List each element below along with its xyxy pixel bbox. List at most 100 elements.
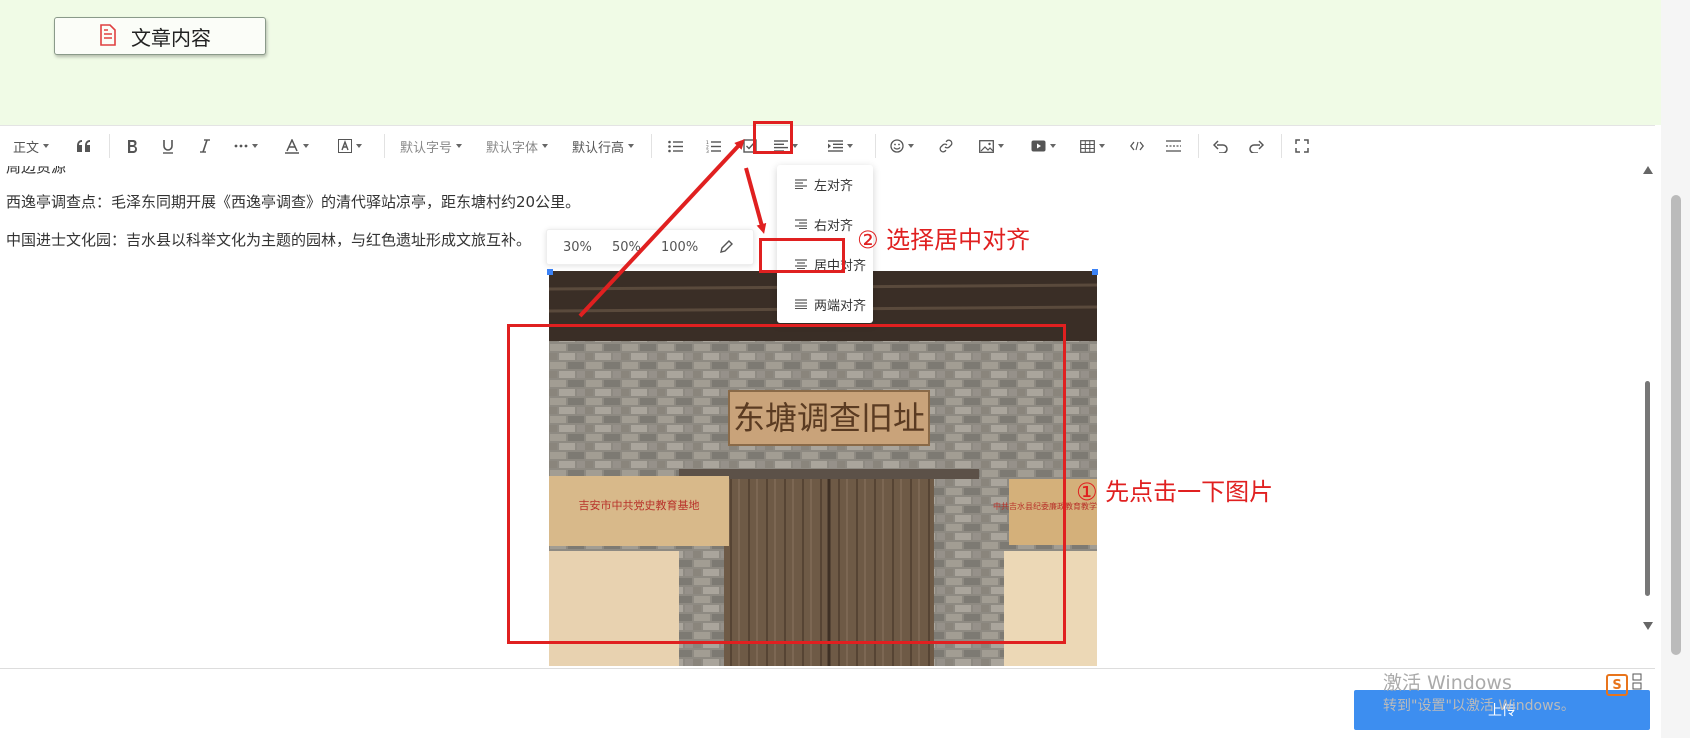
- font-size-select[interactable]: 默认字号: [398, 126, 464, 166]
- align-left-option[interactable]: 左对齐: [777, 165, 873, 203]
- font-family-select[interactable]: 默认字体: [484, 126, 550, 166]
- separator: [1281, 134, 1282, 158]
- tab-label: 文章内容: [131, 25, 211, 50]
- chevron-down-icon: [43, 144, 49, 148]
- video-icon: [1031, 140, 1045, 152]
- chevron-down-icon: [1049, 144, 1056, 148]
- bold-button[interactable]: [122, 126, 142, 166]
- code-button[interactable]: [1127, 126, 1147, 166]
- font-family-label: 默认字体: [485, 140, 538, 156]
- image-icon: [978, 139, 994, 153]
- editor-scrollbar[interactable]: [1640, 166, 1655, 668]
- bullet-list-icon: [667, 140, 683, 152]
- highlight-image: [507, 324, 1066, 644]
- separator: [384, 134, 385, 158]
- fullscreen-button[interactable]: [1292, 126, 1312, 166]
- separator: [1198, 134, 1199, 158]
- italic-button[interactable]: [195, 126, 215, 166]
- page-scroll-thumb[interactable]: [1671, 195, 1681, 655]
- emoji-icon: [890, 139, 904, 153]
- underline-button[interactable]: [158, 126, 178, 166]
- svg-text:3: 3: [706, 149, 709, 153]
- paragraph-format-select[interactable]: 正文: [10, 126, 52, 166]
- code-icon: [1130, 141, 1144, 151]
- annotation-step2: ② 选择居中对齐: [857, 226, 1031, 254]
- chevron-down-icon: [252, 144, 258, 148]
- chevron-down-icon: [356, 144, 362, 148]
- chevron-down-icon: [1098, 144, 1105, 148]
- tab-article-content[interactable]: 文章内容: [54, 17, 266, 55]
- numbered-list-button[interactable]: 123: [703, 126, 723, 166]
- paragraph-partial: 周边资源: [6, 166, 67, 176]
- scroll-thumb: [1645, 381, 1650, 596]
- line-height-select[interactable]: 默认行高: [570, 126, 636, 166]
- document-icon: [99, 24, 119, 48]
- link-button[interactable]: [936, 126, 956, 166]
- font-color-button[interactable]: [283, 126, 311, 166]
- option-label: 左对齐: [814, 178, 854, 194]
- width-100-button[interactable]: 100%: [661, 230, 698, 264]
- insert-table-button[interactable]: [1077, 126, 1107, 166]
- width-50-button[interactable]: 50%: [612, 230, 641, 264]
- bullet-list-button[interactable]: [665, 126, 685, 166]
- resize-handle[interactable]: [1092, 269, 1098, 275]
- activate-windows-watermark: 激活 Windows: [1383, 672, 1512, 694]
- divider-button[interactable]: [1163, 126, 1183, 166]
- option-label: 两端对齐: [814, 298, 867, 314]
- insert-image-button[interactable]: [977, 126, 1005, 166]
- insert-video-button[interactable]: [1029, 126, 1057, 166]
- align-justify-option[interactable]: 两端对齐: [777, 285, 873, 323]
- font-color-icon: [285, 138, 299, 154]
- paragraph-format-label: 正文: [12, 140, 39, 156]
- chevron-down-icon: [997, 144, 1004, 148]
- align-right-icon: [795, 219, 807, 229]
- bold-icon: [128, 140, 137, 153]
- more-format-button[interactable]: [231, 126, 261, 166]
- quote-button[interactable]: [74, 126, 94, 166]
- resize-handle[interactable]: [547, 269, 553, 275]
- indent-button[interactable]: [825, 126, 855, 166]
- activate-windows-subtext: 转到"设置"以激活 Windows。: [1383, 698, 1575, 714]
- chevron-down-icon: [303, 144, 309, 148]
- width-30-button[interactable]: 30%: [563, 230, 592, 264]
- chevron-down-icon: [908, 144, 914, 148]
- chevron-down-icon: [846, 144, 853, 148]
- image-toolbar: 30% 50% 100%: [546, 229, 754, 265]
- quote-icon: [77, 140, 90, 152]
- edit-image-button[interactable]: [719, 230, 733, 264]
- pencil-icon: [720, 240, 733, 253]
- italic-icon: [200, 139, 210, 153]
- numbered-list-icon: 123: [706, 140, 721, 153]
- emoji-button[interactable]: [888, 126, 916, 166]
- table-icon: [1079, 139, 1095, 153]
- align-justify-icon: [795, 299, 807, 309]
- option-label: 右对齐: [814, 218, 854, 234]
- undo-button[interactable]: [1210, 126, 1230, 166]
- separator: [109, 134, 110, 158]
- underline-icon: [163, 139, 173, 154]
- highlight-center-option: [759, 238, 845, 273]
- background-color-button[interactable]: [336, 126, 364, 166]
- editor-toolbar: 正文 默认字号 默认字体 默认行高 123: [0, 125, 1655, 167]
- undo-icon: [1212, 139, 1228, 153]
- annotation-step1: ① 先点击一下图片: [1076, 478, 1274, 506]
- link-icon: [939, 139, 953, 153]
- redo-icon: [1248, 139, 1264, 153]
- highlight-align-button: [753, 121, 793, 154]
- line-height-label: 默认行高: [571, 140, 624, 156]
- sogou-icon[interactable]: S: [1606, 674, 1628, 696]
- font-size-label: 默认字号: [399, 140, 452, 156]
- fullscreen-icon: [1295, 139, 1309, 153]
- chevron-down-icon: [456, 144, 462, 148]
- paragraph: 中国进士文化园：吉水县以科举文化为主题的园林，与红色遗址形成文旅互补。: [6, 231, 532, 249]
- paragraph: 西逸亭调查点：毛泽东同期开展《西逸亭调查》的清代驿站凉亭，距东塘村约20公里。: [6, 193, 581, 211]
- scroll-up-icon: [1643, 166, 1653, 174]
- chevron-down-icon: [542, 144, 548, 148]
- align-left-icon: [795, 179, 807, 189]
- separator: [875, 134, 876, 158]
- indent-icon: [827, 140, 843, 152]
- redo-button[interactable]: [1246, 126, 1266, 166]
- divider-icon: [1165, 140, 1181, 152]
- tray-icon[interactable]: [1632, 672, 1642, 692]
- page-scrollbar[interactable]: [1661, 0, 1690, 738]
